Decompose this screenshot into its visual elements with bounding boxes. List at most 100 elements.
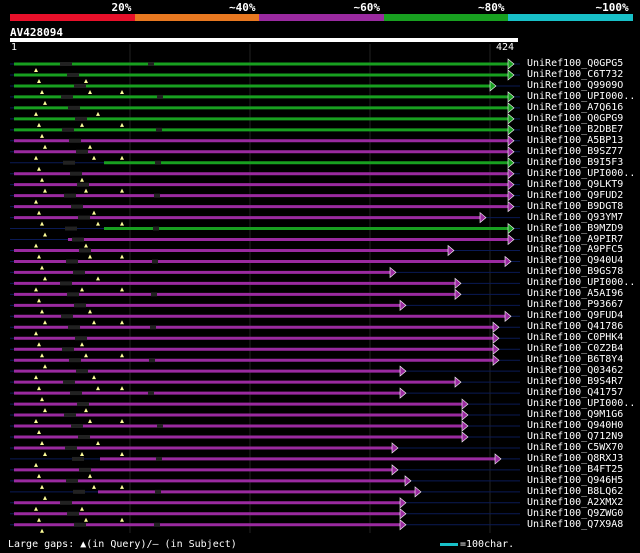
hit-label[interactable]: UniRef100_UPI000.. bbox=[527, 168, 635, 179]
hit-label[interactable]: UniRef100_Q940U4 bbox=[527, 256, 623, 266]
hit-label[interactable]: UniRef100_Q9909O bbox=[527, 80, 623, 91]
query-gap-marker bbox=[84, 517, 88, 522]
hit-label[interactable]: UniRef100_C6T732 bbox=[527, 69, 623, 80]
query-gap-marker bbox=[92, 320, 96, 325]
hit-label[interactable]: UniRef100_C5WX70 bbox=[527, 442, 623, 453]
scale-label: =100char. bbox=[460, 539, 515, 550]
subject-gap bbox=[69, 138, 81, 143]
query-gap-marker bbox=[34, 331, 38, 336]
hit-label[interactable]: UniRef100_Q03462 bbox=[527, 366, 623, 376]
hit-label[interactable]: UniRef100_B2DBE7 bbox=[527, 124, 623, 135]
hit-label[interactable]: UniRef100_C0Z2B4 bbox=[527, 344, 623, 354]
hit-label[interactable]: UniRef100_A2XMX2 bbox=[527, 497, 623, 508]
hit-label[interactable]: UniRef100_A7Q616 bbox=[527, 102, 623, 113]
hit-label[interactable]: UniRef100_B9MZD9 bbox=[527, 223, 623, 234]
subject-gap bbox=[150, 325, 156, 330]
subject-gap bbox=[153, 226, 159, 231]
query-gap-marker bbox=[34, 462, 38, 467]
hit-arrow bbox=[414, 486, 422, 498]
hit-arrow bbox=[507, 233, 515, 246]
query-gap-marker bbox=[120, 221, 124, 226]
subject-gap bbox=[65, 226, 77, 231]
hit-arrow bbox=[461, 431, 469, 443]
hit-arrow bbox=[494, 453, 502, 465]
query-gap-marker bbox=[37, 473, 41, 478]
hit-label[interactable]: UniRef100_Q41786 bbox=[527, 322, 623, 332]
query-gap-marker bbox=[96, 386, 100, 391]
subject-gap bbox=[67, 511, 79, 516]
hit-arrow bbox=[492, 343, 500, 355]
hit-arrow bbox=[507, 58, 515, 70]
query-gap-marker bbox=[43, 276, 47, 281]
subject-gap bbox=[156, 456, 162, 461]
query-gap-marker bbox=[43, 451, 47, 456]
hit-label[interactable]: UniRef100_B9I5F3 bbox=[527, 157, 623, 168]
hit-label[interactable]: UniRef100_A9PIR7 bbox=[527, 234, 623, 245]
hit-label[interactable]: UniRef100_B4FT25 bbox=[527, 464, 623, 475]
hit-label[interactable]: UniRef100_Q0GPG5 bbox=[527, 59, 623, 69]
subject-gap bbox=[63, 380, 75, 385]
query-gap-marker bbox=[37, 122, 41, 127]
hit-label[interactable]: UniRef100_B9SZ77 bbox=[527, 146, 623, 157]
hit-label[interactable]: UniRef100_B9S4R7 bbox=[527, 377, 623, 387]
hit-label[interactable]: UniRef100_Q9M1G6 bbox=[527, 410, 623, 420]
subject-gap bbox=[68, 325, 80, 330]
hit-label[interactable]: UniRef100_Q9FUD4 bbox=[527, 311, 623, 321]
hit-label[interactable]: UniRef100_UPI000.. bbox=[527, 91, 635, 102]
hit-label[interactable]: UniRef100_B9DGT8 bbox=[527, 201, 623, 212]
subject-gap bbox=[154, 193, 160, 198]
hit-arrow bbox=[492, 321, 500, 333]
query-gap-marker bbox=[92, 210, 96, 215]
hit-arrow bbox=[389, 266, 397, 279]
hit-label[interactable]: UniRef100_Q712N9 bbox=[527, 431, 623, 442]
hit-label[interactable]: UniRef100_Q8RXJ3 bbox=[527, 453, 623, 464]
hit-label[interactable]: UniRef100_B6T8Y4 bbox=[527, 355, 623, 365]
hit-label[interactable]: UniRef100_P93667 bbox=[527, 300, 623, 310]
hit-label[interactable]: UniRef100_Q93YM7 bbox=[527, 212, 623, 223]
hit-label[interactable]: UniRef100_A9PFC5 bbox=[527, 245, 623, 255]
subject-gap bbox=[73, 270, 85, 275]
hit-arrow bbox=[492, 332, 500, 344]
query-gap-marker bbox=[34, 506, 38, 511]
hit-label[interactable]: UniRef100_A5AI96 bbox=[527, 289, 623, 299]
query-gap-marker bbox=[120, 451, 124, 456]
hit-label[interactable]: UniRef100_Q940H0 bbox=[527, 421, 623, 431]
hit-arrow bbox=[507, 179, 515, 191]
subject-gap bbox=[71, 204, 83, 209]
hit-label[interactable]: UniRef100_UPI000.. bbox=[527, 399, 635, 409]
hit-arrow bbox=[391, 442, 399, 454]
hit-label[interactable]: UniRef100_Q9ZWG0 bbox=[527, 508, 623, 519]
hit-label[interactable]: UniRef100_A5BP13 bbox=[527, 135, 623, 146]
subject-gap bbox=[155, 489, 161, 494]
query-gap-marker bbox=[84, 243, 88, 248]
query-gap-marker bbox=[37, 386, 41, 391]
query-gap-marker bbox=[34, 419, 38, 424]
hit-arrow bbox=[461, 398, 469, 410]
query-gap-marker bbox=[80, 342, 84, 347]
hit-label[interactable]: UniRef100_Q41757 bbox=[527, 388, 623, 398]
query-gap-marker bbox=[96, 111, 100, 116]
hit-label[interactable]: UniRef100_B8LQ62 bbox=[527, 486, 623, 497]
hit-arrow bbox=[507, 91, 515, 103]
hit-label[interactable]: UniRef100_Q9LKT9 bbox=[527, 179, 623, 190]
hit-label[interactable]: UniRef100_Q946H5 bbox=[527, 475, 623, 486]
hit-label[interactable]: UniRef100_B9GS78 bbox=[527, 267, 623, 277]
query-gap-marker bbox=[88, 254, 92, 259]
subject-gap bbox=[155, 160, 161, 165]
subject-gap bbox=[148, 62, 154, 66]
query-gap-marker bbox=[40, 133, 44, 138]
query-gap-marker bbox=[120, 188, 124, 193]
hit-label[interactable]: UniRef100_UPI000.. bbox=[527, 278, 635, 288]
query-gap-marker bbox=[40, 440, 44, 445]
hit-arrow bbox=[507, 157, 515, 169]
query-gap-marker bbox=[43, 495, 47, 500]
subject-gap bbox=[69, 358, 81, 363]
query-gap-marker bbox=[40, 177, 44, 182]
hit-label[interactable]: UniRef100_Q9FUD2 bbox=[527, 190, 623, 201]
query-gap-marker bbox=[88, 144, 92, 149]
hit-label[interactable]: UniRef100_Q7X9A8 bbox=[527, 519, 623, 530]
hit-label[interactable]: UniRef100_Q0GPG9 bbox=[527, 113, 623, 124]
hit-arrow bbox=[399, 497, 407, 509]
hit-label[interactable]: UniRef100_C0PHK4 bbox=[527, 333, 623, 343]
hit-arrow bbox=[507, 200, 515, 213]
